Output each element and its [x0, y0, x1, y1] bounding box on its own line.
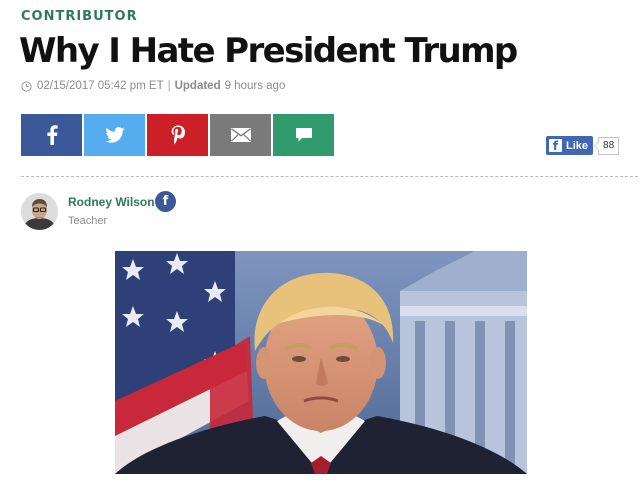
facebook-like-button[interactable]: f Like: [546, 136, 594, 155]
envelope-icon: [230, 128, 251, 142]
author-avatar[interactable]: [21, 193, 58, 230]
divider: [21, 176, 638, 177]
author-name[interactable]: Rodney Wilson: [68, 195, 155, 209]
author-role: Teacher: [68, 215, 108, 227]
twitter-icon: [104, 127, 125, 143]
clock-icon: [21, 80, 32, 92]
updated-label: Updated: [174, 80, 221, 92]
facebook-like-widget: f Like 88: [546, 136, 620, 155]
share-pinterest-button[interactable]: [147, 114, 208, 156]
meta-separator: |: [167, 80, 171, 92]
like-count: 88: [593, 136, 620, 155]
hero-image: [115, 251, 527, 474]
facebook-icon: [46, 125, 58, 145]
like-label: Like: [566, 139, 589, 152]
author-avatar-image: [21, 193, 58, 230]
article-meta: 02/15/2017 05:42 pm ET | Updated 9 hours…: [21, 80, 285, 92]
share-twitter-button[interactable]: [84, 114, 145, 156]
author-facebook-icon[interactable]: f: [155, 191, 176, 212]
facebook-icon: f: [549, 139, 562, 153]
share-facebook-button[interactable]: [21, 114, 82, 156]
updated-ago: 9 hours ago: [224, 80, 286, 92]
article-title: Why I Hate President Trump: [19, 31, 518, 71]
share-email-button[interactable]: [210, 114, 271, 156]
portrait-photo: [115, 251, 527, 474]
share-bar: [21, 114, 336, 156]
comment-icon: [295, 128, 312, 142]
publish-timestamp: 02/15/2017 05:42 pm ET: [37, 80, 164, 92]
pinterest-icon: [171, 125, 185, 145]
share-comment-button[interactable]: [273, 114, 334, 156]
section-kicker: CONTRIBUTOR: [21, 9, 138, 24]
